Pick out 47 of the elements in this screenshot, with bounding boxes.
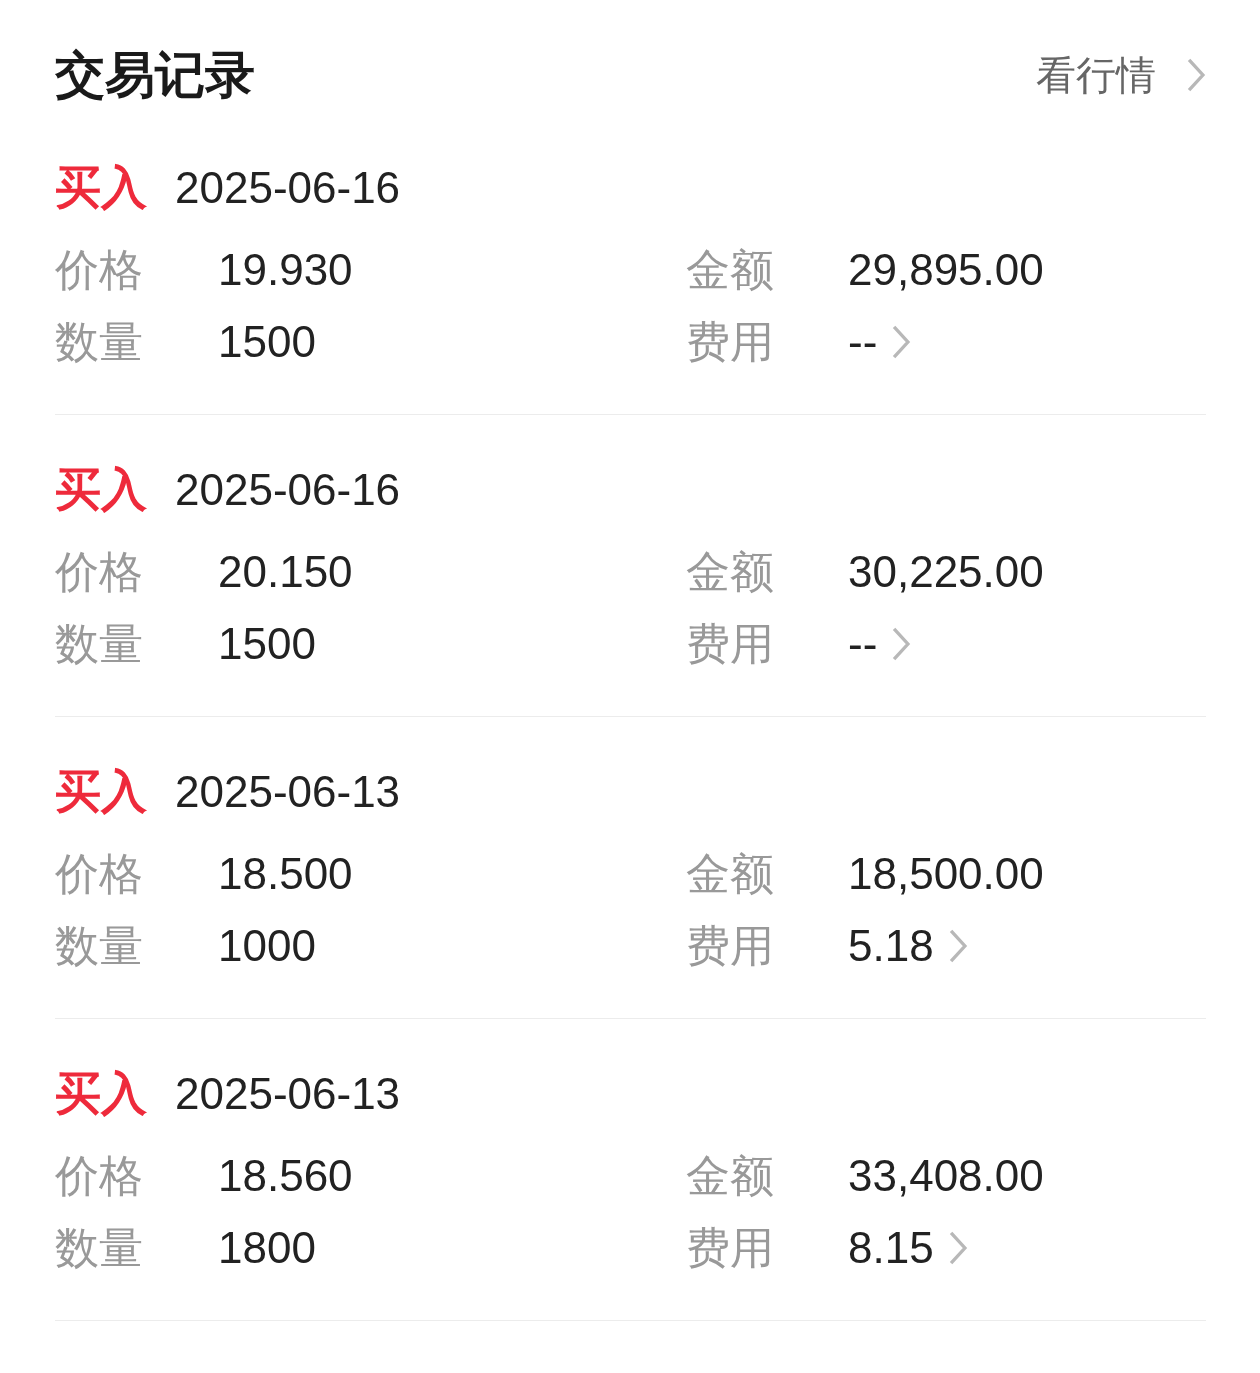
field-value: 33,408.00 <box>848 1151 1045 1201</box>
field-value: 18.500 <box>218 849 354 899</box>
field-label: 数量 <box>55 918 144 973</box>
field-label: 费用 <box>686 616 775 671</box>
page-title: 交易记录 <box>55 45 255 105</box>
field-label: 金额 <box>686 1148 775 1203</box>
field-value: 1500 <box>218 317 317 367</box>
trade-side-label: 买入 <box>55 763 147 820</box>
market-link[interactable]: 看行情 <box>1036 47 1156 103</box>
field-value: 1500 <box>218 619 317 669</box>
field-label: 金额 <box>686 544 775 599</box>
chevron-right-icon[interactable] <box>947 928 968 964</box>
field-value: 18,500.00 <box>848 849 1045 899</box>
trade-date: 2025-06-16 <box>175 163 401 213</box>
chevron-right-icon[interactable] <box>891 324 912 360</box>
chevron-right-icon[interactable] <box>1186 57 1206 93</box>
field-label: 费用 <box>686 1220 775 1275</box>
trade-date: 2025-06-13 <box>175 767 401 817</box>
field-label: 金额 <box>686 846 775 901</box>
field-value: 20.150 <box>218 547 354 597</box>
field-label: 数量 <box>55 616 144 671</box>
field-value: 19.930 <box>218 245 354 295</box>
trade-side-label: 买入 <box>55 1065 147 1122</box>
field-label: 费用 <box>686 314 775 369</box>
field-value: 1800 <box>218 1223 317 1273</box>
fee-value: 5.18 <box>848 921 934 971</box>
field-label: 金额 <box>686 242 775 297</box>
field-label: 数量 <box>55 1220 144 1275</box>
fee-value: -- <box>848 317 878 367</box>
field-label: 价格 <box>55 544 144 599</box>
trade-side-label: 买入 <box>55 461 147 518</box>
field-label: 价格 <box>55 242 144 297</box>
field-label: 数量 <box>55 314 144 369</box>
trade-date: 2025-06-13 <box>175 1069 401 1119</box>
field-value: 1000 <box>218 921 317 971</box>
field-label: 价格 <box>55 846 144 901</box>
chevron-right-icon[interactable] <box>947 1230 968 1266</box>
chevron-right-icon[interactable] <box>891 626 912 662</box>
field-value: 18.560 <box>218 1151 354 1201</box>
fee-value: 8.15 <box>848 1223 934 1273</box>
field-label: 费用 <box>686 918 775 973</box>
field-label: 价格 <box>55 1148 144 1203</box>
field-value: 30,225.00 <box>848 547 1045 597</box>
fee-value: -- <box>848 619 878 669</box>
trade-side-label: 买入 <box>55 159 147 216</box>
trade-date: 2025-06-16 <box>175 465 401 515</box>
field-value: 29,895.00 <box>848 245 1045 295</box>
